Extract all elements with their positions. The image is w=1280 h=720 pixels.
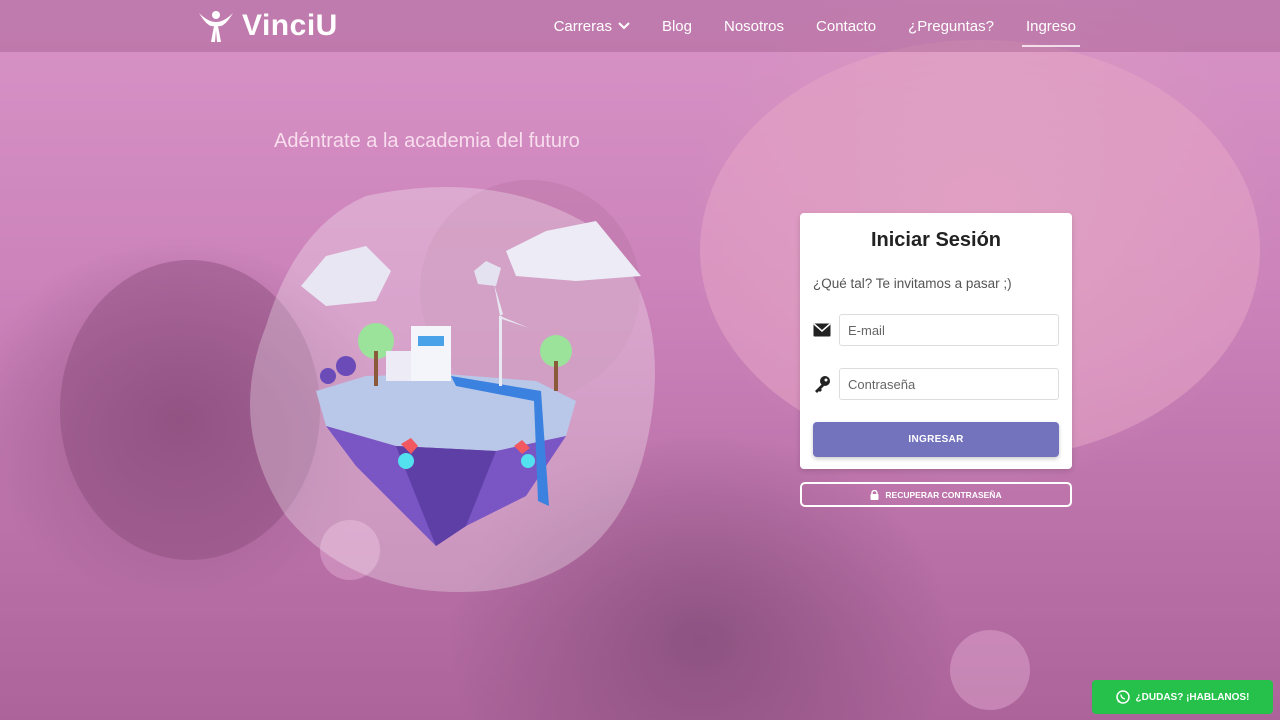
nav-item-label: Carreras: [553, 17, 612, 35]
password-row: [813, 368, 1059, 400]
recover-password-label: RECUPERAR CONTRASEÑA: [885, 489, 1002, 500]
login-subtitle: ¿Qué tal? Te invitamos a pasar ;): [813, 276, 1012, 291]
floating-island-illustration: [250, 187, 655, 593]
email-field[interactable]: [839, 314, 1059, 346]
whatsapp-icon: [1115, 690, 1130, 704]
login-button[interactable]: INGRESAR: [813, 422, 1059, 457]
key-icon: [813, 375, 831, 393]
nav-item-carreras[interactable]: Carreras: [550, 12, 634, 41]
logo[interactable]: VinciU: [196, 8, 338, 44]
recover-password-button[interactable]: RECUPERAR CONTRASEÑA: [800, 482, 1072, 507]
nav-item-ingreso[interactable]: Ingreso: [1021, 12, 1080, 47]
person-arms-up-icon: [199, 11, 233, 42]
password-field[interactable]: [839, 368, 1059, 400]
main-nav: Carreras Blog Nosotros Contacto ¿Pregunt…: [550, 0, 1080, 52]
nav-item-blog[interactable]: Blog: [658, 12, 696, 41]
lock-icon: [870, 489, 879, 500]
brand-name: VinciU: [242, 9, 338, 42]
nav-item-contacto[interactable]: Contacto: [812, 12, 880, 41]
envelope-icon: [813, 321, 831, 339]
login-card: Iniciar Sesión ¿Qué tal? Te invitamos a …: [800, 213, 1072, 469]
nav-item-nosotros[interactable]: Nosotros: [720, 12, 788, 41]
whatsapp-chat-button[interactable]: ¿DUDAS? ¡HABLANOS!: [1092, 680, 1273, 714]
navbar: VinciU Carreras Blog Nosotros Contacto ¿…: [0, 0, 1280, 52]
whatsapp-chat-label: ¿DUDAS? ¡HABLANOS!: [1135, 691, 1250, 703]
nav-item-preguntas[interactable]: ¿Preguntas?: [904, 12, 998, 41]
email-row: [813, 314, 1059, 346]
login-title: Iniciar Sesión: [870, 229, 1002, 251]
hero-tagline: Adéntrate a la academia del futuro: [274, 130, 580, 152]
chevron-down-icon: [618, 22, 630, 30]
